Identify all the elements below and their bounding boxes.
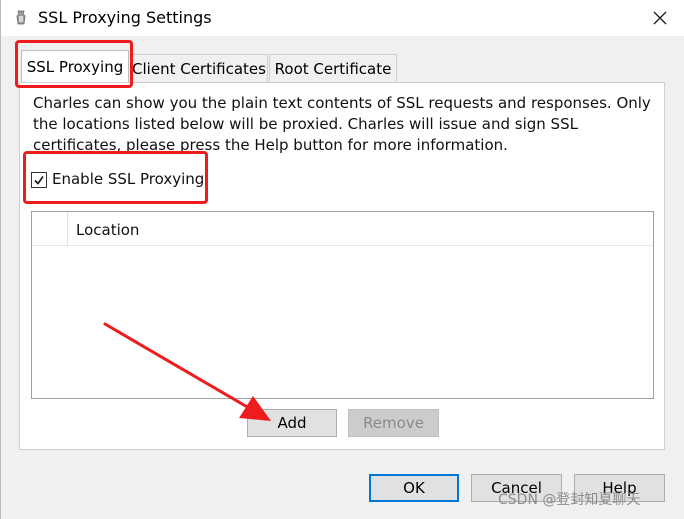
tab-root-certificate[interactable]: Root Certificate [269, 54, 397, 82]
table-header: Location [32, 212, 653, 246]
watermark: CSDN @登封知夏聊天 [498, 492, 641, 508]
description-text: Charles can show you the plain text cont… [33, 94, 651, 154]
tab-ssl-proxying[interactable]: SSL Proxying [21, 50, 129, 82]
title-bar: SSL Proxying Settings [1, 0, 684, 36]
column-header-enabled[interactable] [32, 212, 68, 246]
table-body[interactable] [32, 247, 653, 398]
tab-label: Root Certificate [274, 59, 392, 78]
remove-button-label: Remove [363, 414, 424, 432]
checkmark-icon [34, 176, 44, 185]
column-header-location[interactable]: Location [76, 221, 139, 239]
add-button[interactable]: Add [247, 409, 337, 437]
close-button[interactable] [645, 4, 675, 32]
ok-button-label: OK [403, 479, 425, 497]
enable-ssl-proxying-checkbox[interactable] [31, 172, 47, 188]
close-icon [653, 11, 667, 25]
tab-label: SSL Proxying [26, 57, 124, 76]
ssl-proxying-settings-dialog: SSL Proxying Settings SSL Proxying Clien… [0, 0, 684, 519]
window-title: SSL Proxying Settings [38, 8, 212, 27]
remove-button[interactable]: Remove [348, 409, 439, 437]
ok-button[interactable]: OK [369, 474, 459, 502]
enable-ssl-proxying-label[interactable]: Enable SSL Proxying [52, 170, 204, 188]
tab-client-certificates[interactable]: Client Certificates [130, 54, 268, 82]
tab-label: Client Certificates [132, 59, 266, 78]
add-button-label: Add [277, 414, 307, 432]
charles-icon [16, 10, 26, 25]
locations-table[interactable]: Location [31, 211, 654, 399]
